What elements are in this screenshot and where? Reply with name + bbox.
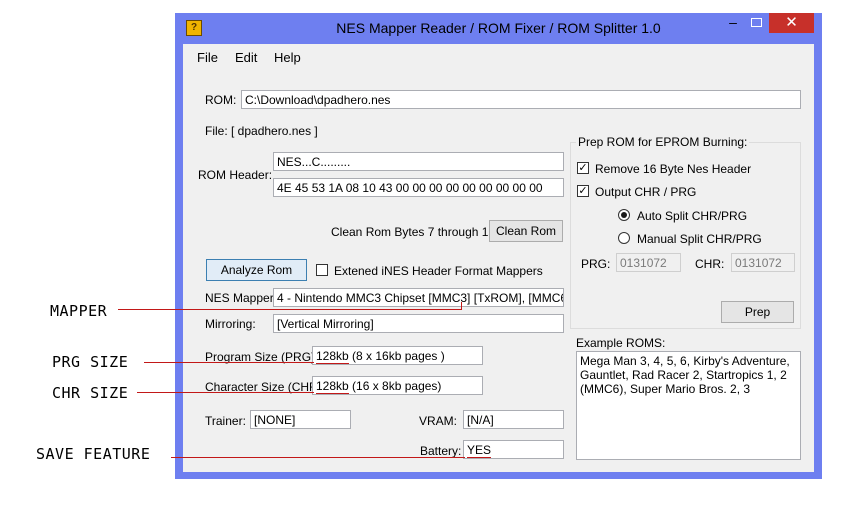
annotation-prg-line [144,362,314,363]
mirroring-field[interactable]: [Vertical Mirroring] [273,314,564,333]
prep-prg-field[interactable]: 0131072 [616,253,681,272]
vram-label: VRAM: [419,414,458,428]
prep-chr-label: CHR: [695,257,725,271]
prep-rom-group-label: Prep ROM for EPROM Burning: [576,135,750,149]
rom-header-ascii-field[interactable]: NES...C......... [273,152,564,171]
annotation-mapper: MAPPER [50,302,108,320]
annotation-chr-line [137,392,314,393]
vram-field[interactable]: [N/A] [463,410,564,429]
extended-mappers-checkbox[interactable] [316,264,328,276]
rom-header-label: ROM Header: [198,168,273,182]
annotation-prg-size: PRG SIZE [52,353,129,371]
output-chr-prg-label: Output CHR / PRG [595,185,697,199]
auto-split-radio[interactable] [618,209,630,221]
annotation-mapper-line [118,309,462,310]
menu-edit[interactable]: Edit [235,50,257,65]
prg-size-value: 128kb [316,349,349,364]
remove-header-label: Remove 16 Byte Nes Header [595,162,752,176]
auto-split-label: Auto Split CHR/PRG [637,209,748,223]
prg-size-field[interactable]: 128kb (8 x 16kb pages ) [312,346,483,365]
maximize-icon [751,18,762,27]
clean-rom-label: Clean Rom Bytes 7 through 15: [331,225,499,239]
menu-help[interactable]: Help [274,50,301,65]
annotation-save-line [171,457,465,458]
analyze-rom-button[interactable]: Analyze Rom [206,259,307,281]
clean-rom-button[interactable]: Clean Rom [489,220,563,242]
nes-mapper-field[interactable]: 4 - Nintendo MMC3 Chipset [MMC3] [TxROM]… [273,288,564,307]
manual-split-radio[interactable] [618,232,630,244]
checkmark-icon: ✓ [578,162,588,174]
annotation-save-feature: SAVE FEATURE [36,445,151,463]
prep-chr-field[interactable]: 0131072 [731,253,795,272]
menu-file[interactable]: File [197,50,218,65]
minimize-button[interactable]: – [722,14,744,32]
rom-path-input[interactable]: C:\Download\dpadhero.nes [241,90,801,109]
trainer-label: Trainer: [205,414,246,428]
annotation-mapper-tick [461,302,462,310]
file-name-label: File: [ dpadhero.nes ] [205,124,318,138]
prg-size-pages: (8 x 16kb pages ) [348,349,445,363]
example-roms-box[interactable]: Mega Man 3, 4, 5, 6, Kirby's Adventure, … [576,351,801,460]
output-chr-prg-checkbox[interactable]: ✓ [577,185,589,197]
maximize-button[interactable] [746,14,768,32]
trainer-field[interactable]: [NONE] [250,410,351,429]
manual-split-label: Manual Split CHR/PRG [637,232,762,246]
rom-header-hex-field[interactable]: 4E 45 53 1A 08 10 43 00 00 00 00 00 00 0… [273,178,564,197]
rom-label: ROM: [205,93,237,107]
example-roms-label: Example ROMS: [576,336,666,350]
battery-field[interactable]: YES [463,440,564,459]
nes-mapper-label: NES Mapper: [205,291,278,305]
radio-selected-dot [621,212,627,218]
chr-size-pages: (16 x 8kb pages) [348,379,442,393]
close-button[interactable]: ✕ [769,13,814,33]
battery-value: YES [467,443,492,458]
battery-label: Battery: [420,444,462,458]
extended-mappers-label: Extened iNES Header Format Mappers [334,264,543,278]
annotation-chr-size: CHR SIZE [52,384,129,402]
prep-prg-label: PRG: [581,257,611,271]
prep-button[interactable]: Prep [721,301,794,323]
chr-size-field[interactable]: 128kb (16 x 8kb pages) [312,376,483,395]
checkmark-icon: ✓ [578,185,588,197]
mirroring-label: Mirroring: [205,317,256,331]
remove-header-checkbox[interactable]: ✓ [577,162,589,174]
chr-size-value: 128kb [316,379,349,394]
